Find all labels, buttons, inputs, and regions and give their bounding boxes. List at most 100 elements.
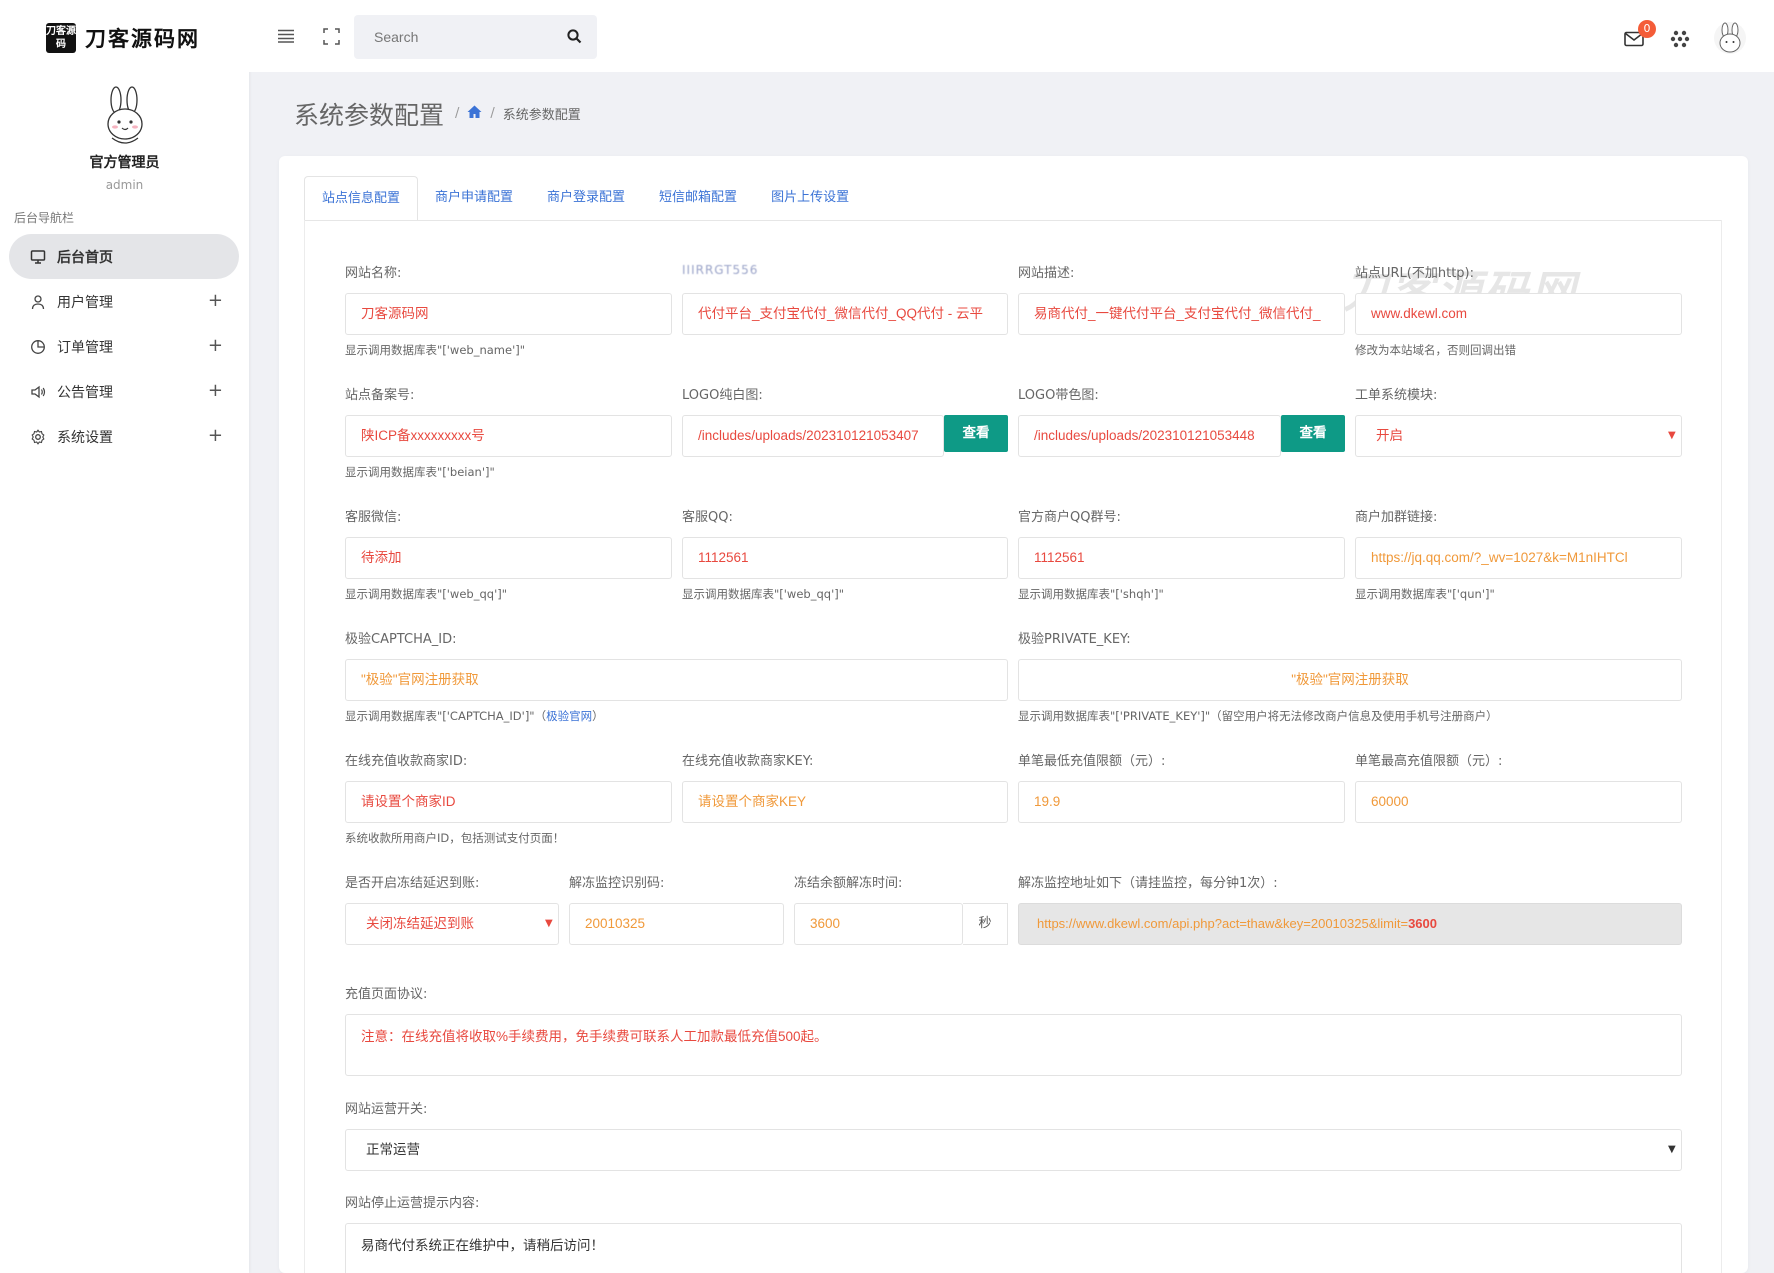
freeze-label: 是否开启冻结延迟到账: [345, 876, 480, 891]
menu-icon[interactable] [276, 26, 296, 46]
unfreeze-time-label: 冻结余额解冻时间: [794, 876, 903, 891]
unfreeze-url-label: 解冻监控地址如下（请挂监控，每分钟1次）: [1018, 876, 1278, 891]
sidebar-item-users[interactable]: 用户管理 + [9, 279, 239, 324]
stop-msg-label: 网站停止运营提示内容: [345, 1196, 480, 1211]
sidebar-item-announcements[interactable]: 公告管理 + [9, 369, 239, 414]
site-title-input[interactable]: 代付平台_支付宝代付_微信代付_QQ代付 - 云平 [682, 293, 1008, 335]
view-logo-color-button[interactable]: 查看 [1281, 415, 1345, 452]
captcha-help-end: ） [592, 709, 604, 723]
blurred-label: IIIRRGT556 [682, 263, 759, 277]
search-icon[interactable] [567, 29, 582, 48]
brand-mark-icon: 刀客源码 [46, 23, 76, 53]
sidebar-item-label: 公告管理 [57, 384, 113, 401]
brand-name: 刀客源码网 [85, 27, 200, 51]
monitor-icon [29, 248, 47, 266]
captcha-id-input[interactable]: "极验"官网注册获取 [345, 659, 1008, 701]
merchant-key-input[interactable]: 请设置个商家KEY [682, 781, 1008, 823]
unfreeze-code-input[interactable]: 20010325 [569, 903, 784, 945]
search-input[interactable] [354, 15, 554, 59]
mail-badge: 0 [1638, 20, 1656, 38]
geetest-link[interactable]: 极验官网 [546, 709, 592, 723]
merchant-id-label: 在线充值收款商家ID: [345, 754, 468, 769]
user-name: 官方管理员 [89, 155, 160, 171]
tab-merchant-apply[interactable]: 商户申请配置 [418, 176, 530, 221]
site-name-label: 网站名称: [345, 266, 402, 281]
wechat-help: 显示调用数据库表"['web_qq']" [345, 587, 508, 601]
home-icon[interactable] [467, 105, 482, 122]
expand-icon[interactable]: + [208, 290, 223, 311]
sidebar-item-label: 订单管理 [57, 339, 113, 356]
sidebar-item-label: 用户管理 [57, 294, 113, 311]
sidebar: 刀客源码 刀客源码网 官方管理员 admin 后台导航栏 后台首页 用户管理 +… [0, 0, 249, 1273]
unfreeze-time-input[interactable]: 3600 [794, 903, 963, 945]
private-key-label: 极验PRIVATE_KEY: [1018, 632, 1131, 647]
sidebar-item-label: 系统设置 [57, 429, 113, 446]
view-logo-white-button[interactable]: 查看 [944, 415, 1008, 452]
qq-group-help: 显示调用数据库表"['shqh']" [1018, 587, 1164, 601]
site-desc-label: 网站描述: [1018, 266, 1075, 281]
beian-input[interactable]: 陕ICP备xxxxxxxxx号 [345, 415, 672, 457]
stop-msg-textarea[interactable]: 易商代付系统正在维护中，请稍后访问！ [345, 1223, 1682, 1273]
sidebar-item-settings[interactable]: 系统设置 + [9, 414, 239, 459]
captcha-help-text: 显示调用数据库表"['CAPTCHA_ID']"（ [345, 709, 547, 723]
unfreeze-url-field[interactable]: https://www.dkewl.com/api.php?act=thaw&k… [1018, 903, 1682, 945]
user-profile: 官方管理员 admin [0, 86, 249, 192]
tab-merchant-login[interactable]: 商户登录配置 [530, 176, 642, 221]
sidebar-nav: 后台首页 用户管理 + 订单管理 + 公告管理 + 系统设置 + [9, 234, 239, 459]
group-link-label: 商户加群链接: [1355, 510, 1438, 525]
site-desc-input[interactable]: 易商代付_一键代付平台_支付宝代付_微信代付_ [1018, 293, 1345, 335]
site-url-input[interactable]: www.dkewl.com [1355, 293, 1682, 335]
wechat-label: 客服微信: [345, 510, 402, 525]
min-recharge-input[interactable]: 19.9 [1018, 781, 1345, 823]
nav-title: 后台导航栏 [14, 211, 75, 225]
sidebar-item-dashboard[interactable]: 后台首页 [9, 234, 239, 279]
expand-icon[interactable]: + [208, 335, 223, 356]
apps-icon[interactable] [1670, 29, 1690, 49]
breadcrumb: / / 系统参数配置 [447, 104, 581, 123]
merchant-id-input[interactable]: 请设置个商家ID [345, 781, 672, 823]
unfreeze-url-limit: 3600 [1408, 916, 1437, 931]
tab-image-upload[interactable]: 图片上传设置 [754, 176, 866, 221]
wechat-input[interactable]: 待添加 [345, 537, 672, 579]
page-title: 系统参数配置 [294, 101, 445, 130]
tab-site-info[interactable]: 站点信息配置 [304, 176, 419, 221]
settings-tabs: 站点信息配置 商户申请配置 商户登录配置 短信邮箱配置 图片上传设置 [304, 176, 866, 221]
agreement-label: 充值页面协议: [345, 987, 428, 1002]
logo-color-label: LOGO带色图: [1018, 388, 1099, 403]
top-avatar[interactable] [1714, 22, 1746, 54]
site-url-help: 修改为本站域名，否则回调出错 [1355, 343, 1516, 357]
topbar: 0 [249, 0, 1774, 72]
private-key-help: 显示调用数据库表"['PRIVATE_KEY']"（留空用户将无法修改商户信息及… [1018, 709, 1498, 723]
merchant-key-label: 在线充值收款商家KEY: [682, 754, 814, 769]
switch-select[interactable]: 正常运营 [345, 1129, 1682, 1171]
agreement-textarea[interactable]: 注意：在线充值将收取%手续费用，免手续费可联系人工加款最低充值500起。 [345, 1014, 1682, 1076]
switch-label: 网站运营开关: [345, 1102, 428, 1117]
max-recharge-input[interactable]: 60000 [1355, 781, 1682, 823]
ticket-label: 工单系统模块: [1355, 388, 1438, 403]
private-key-input[interactable]: "极验"官网注册获取 [1018, 659, 1682, 701]
group-link-input[interactable]: https://jq.qq.com/?_wv=1027&k=M1nIHTCl [1355, 537, 1682, 579]
qq-input[interactable]: 1112561 [682, 537, 1008, 579]
expand-icon[interactable]: + [208, 380, 223, 401]
user-avatar[interactable] [98, 86, 152, 146]
panel-border [1721, 220, 1722, 1273]
brand-logo[interactable]: 刀客源码 刀客源码网 [46, 20, 200, 56]
ticket-select[interactable]: 开启 [1355, 415, 1682, 457]
unfreeze-url-text: https://www.dkewl.com/api.php?act=thaw&k… [1037, 916, 1409, 931]
user-role: admin [105, 178, 144, 192]
speaker-icon [29, 383, 47, 401]
sidebar-item-orders[interactable]: 订单管理 + [9, 324, 239, 369]
captcha-id-label: 极验CAPTCHA_ID: [345, 632, 457, 647]
freeze-select[interactable]: 关闭冻结延迟到账 [345, 903, 559, 945]
qq-help: 显示调用数据库表"['web_qq']" [682, 587, 845, 601]
tab-sms-email[interactable]: 短信邮箱配置 [642, 176, 754, 221]
logo-color-input[interactable]: /includes/uploads/202310121053448 [1018, 415, 1281, 457]
tab-divider [304, 220, 1722, 221]
merchant-id-help: 系统收款所用商户ID，包括测试支付页面！ [345, 831, 565, 845]
expand-icon[interactable]: + [208, 425, 223, 446]
logo-white-input[interactable]: /includes/uploads/202310121053407 [682, 415, 944, 457]
dropdown-caret-icon: ▼ [1668, 1144, 1676, 1155]
qq-group-input[interactable]: 1112561 [1018, 537, 1345, 579]
site-name-input[interactable]: 刀客源码网 [345, 293, 672, 335]
fullscreen-icon[interactable] [321, 26, 341, 46]
